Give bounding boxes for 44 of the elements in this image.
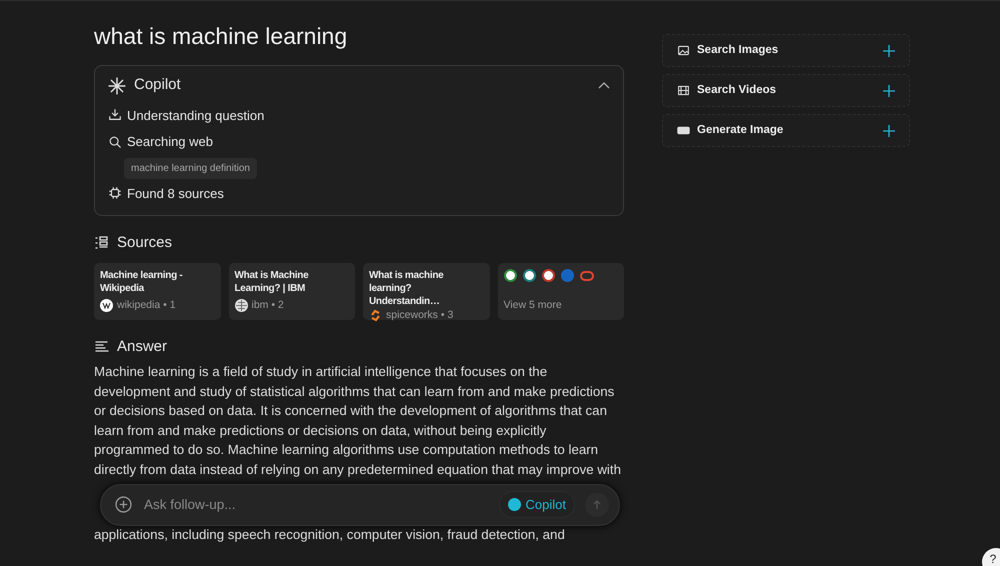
source-site: ibm • 2 (252, 298, 284, 313)
source-title: What is Machine Learning? | IBM (234, 268, 310, 295)
film-icon (677, 84, 690, 97)
step-text: Found 8 sources (127, 184, 224, 203)
list-icon (94, 235, 110, 252)
action-button[interactable]: Search Images (662, 34, 910, 67)
source-title: What is machine learning? Understandin… (369, 268, 444, 308)
chevron-icon (598, 81, 610, 90)
follow-up-input[interactable]: Ask follow-up... (142, 494, 489, 516)
plus-icon (883, 85, 895, 98)
download-tray-icon (108, 108, 122, 122)
globe-icon (234, 299, 248, 312)
more-sources-card[interactable]: View 5 more (498, 262, 624, 320)
section-title: Answer (117, 336, 168, 357)
source-card[interactable]: What is Machine Learning? | IBM ibm • 2 (228, 262, 355, 320)
arrow-up-icon (592, 500, 602, 510)
query-title: what is machine learning (94, 23, 348, 51)
action-button[interactable]: Search Videos (662, 74, 910, 107)
action-button[interactable]: Generate Image (662, 114, 910, 147)
section-title: Sources (117, 233, 172, 254)
source-card[interactable]: What is machine learning? Understandin… spiceworks • 3 (363, 262, 490, 320)
source-title: Machine learning - Wikipedia (100, 268, 184, 295)
query-chip[interactable]: machine learning definition (124, 158, 257, 179)
copilot-toggle[interactable]: Copilot (498, 490, 575, 518)
search-icon (108, 134, 122, 149)
plus-icon (883, 45, 895, 58)
plus-circle-icon (115, 496, 132, 513)
view-more-text: View 5 more (504, 298, 563, 313)
help-button[interactable]: ? (982, 548, 1000, 566)
source-site: wikipedia • 1 (117, 298, 176, 313)
source-card[interactable]: Machine learning - Wikipedia wikipedia • 1 (94, 262, 220, 320)
step-text: Understanding question (127, 106, 264, 125)
sparkle-icon (108, 76, 126, 95)
chip-icon (108, 186, 122, 200)
image-icon (677, 44, 690, 57)
w-logo-icon (100, 299, 113, 312)
answer-text: Machine learning is a field of study in artificial intelligence that focuses on the development and study of statistical algorithms that can learn from and make predictions or decisions based on data. It is concerned with the development of algorithms that can learn from and make predictions or decisions on data, without being explicitly programmed to do so. Machine learning algorithms use computation methods to learn directly from data instead of relying on any predetermined equation that may improve with (94, 363, 622, 480)
follow-up-field[interactable]: Ask follow-up... Copilot (100, 484, 620, 526)
answer-text: applications, including speech recognition, computer vision, fraud detection, and (94, 526, 566, 543)
source-site: spiceworks • 3 (386, 308, 454, 323)
plus-icon (883, 125, 895, 138)
swirl-icon (369, 308, 382, 322)
panel-title: Copilot (134, 75, 181, 96)
step-text: Searching web (127, 133, 213, 152)
